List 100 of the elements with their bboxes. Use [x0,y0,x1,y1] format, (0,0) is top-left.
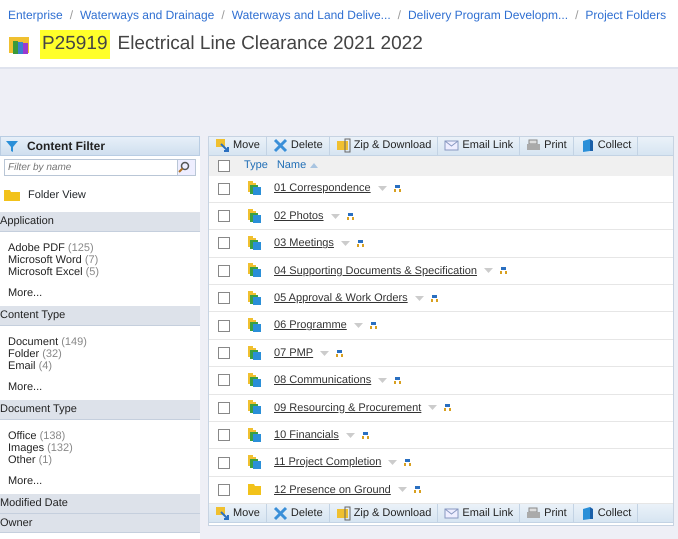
more-link[interactable]: More... [0,278,200,306]
breadcrumb-separator: / [221,7,225,24]
zip-button[interactable]: Zip & Download [330,136,438,154]
project-folder-icon [247,428,262,443]
hierarchy-icon [404,459,412,466]
row-checkbox[interactable] [218,210,230,222]
folder-name-link[interactable]: 11 Project Completion [274,454,382,471]
row-checkbox[interactable] [218,429,230,442]
project-folder-icon [247,455,262,470]
table-row[interactable]: 08 Communications [209,367,673,395]
dropdown-caret-icon [340,240,350,246]
folder-name-link[interactable]: 06 Programme [274,317,347,334]
dropdown-caret-icon [330,214,340,219]
column-header[interactable]: Name [276,157,318,174]
folder-icon [247,482,262,498]
breadcrumb-link[interactable]: Waterways and Drainage [80,6,214,24]
move-button[interactable]: Move [209,504,267,522]
filter-field[interactable]: Filter by name [4,158,178,176]
delete-button[interactable]: Delete [266,504,330,522]
breadcrumb-link[interactable]: Project Folders [585,6,666,24]
filter-item[interactable]: Images (132) [0,442,200,454]
breadcrumb-link[interactable]: Delivery Program Developm... [408,6,568,24]
section-heading[interactable]: Document Type [0,400,200,420]
project-folder-icon [247,263,262,278]
more-link[interactable]: More... [0,372,200,400]
table-row[interactable]: 07 PMP [209,340,673,368]
table-row[interactable]: 04 Supporting Documents & Specification [209,258,673,286]
hierarchy-icon [336,350,344,357]
filter-item[interactable]: Document (149) [0,336,200,348]
table-row[interactable]: 10 Financials [209,422,673,450]
folder-name-link[interactable]: 05 Approval & Work Orders [274,290,408,306]
filter-item[interactable]: Microsoft Word (7) [0,254,200,266]
zip-button[interactable]: Zip & Download [330,504,438,522]
printer-icon [526,506,542,521]
table-row[interactable]: 01 Correspondence [209,176,673,203]
folder-view-link[interactable]: Folder View [28,186,86,203]
hierarchy-icon [430,294,438,302]
row-checkbox[interactable] [218,347,230,360]
move-button[interactable]: Move [209,136,267,154]
project-folder-icon [247,236,262,251]
title-project-number: P25919 [40,30,110,58]
breadcrumb-link[interactable]: Waterways and Land Delive... [232,6,391,24]
delete-button[interactable]: Delete [266,136,330,154]
folder-name-link[interactable]: 01 Correspondence [274,180,371,197]
column-header[interactable]: Type [244,157,268,174]
folder-name-link[interactable]: 07 PMP [274,344,314,362]
cross-icon [272,138,288,153]
print-button[interactable]: Print [520,136,574,154]
row-checkbox[interactable] [218,264,230,277]
dropdown-caret-icon [354,323,363,328]
dropdown-caret-icon [428,405,438,410]
filter-item[interactable]: Office (138) [0,430,200,442]
filter-item[interactable]: Microsoft Excel (5) [0,266,200,278]
zip-folder-icon [336,506,351,521]
filter-item[interactable]: Adobe PDF (125) [0,242,200,254]
move-icon [215,506,230,521]
email-button[interactable]: Email Link [438,504,520,522]
table-row[interactable]: 03 Meetings [209,230,673,258]
print-button[interactable]: Print [520,504,574,522]
table-row[interactable]: 05 Approval & Work Orders [209,285,673,312]
folder-name-link[interactable]: 08 Communications [274,372,372,389]
folder-name-link[interactable]: 02 Photos [274,208,324,224]
filter-item[interactable]: Email (4) [0,360,200,372]
more-link[interactable]: More... [0,466,200,494]
hierarchy-icon [500,267,508,274]
zip-folder-icon [336,138,351,153]
dropdown-caret-icon [398,487,407,492]
row-checkbox[interactable] [218,182,230,195]
row-checkbox[interactable] [218,237,230,250]
table-row[interactable]: 06 Programme [209,312,673,340]
row-checkbox[interactable] [218,374,230,386]
breadcrumb-link[interactable]: Enterprise [8,6,63,24]
section-heading[interactable]: Application [0,212,200,232]
filter-item[interactable]: Folder (32) [0,348,200,360]
row-checkbox[interactable] [218,484,230,496]
dropdown-caret-icon [378,186,387,192]
row-checkbox[interactable] [218,402,230,414]
select-all-checkbox[interactable] [218,160,230,172]
section-heading[interactable]: Owner [0,514,200,533]
folder-name-link[interactable]: 10 Financials [274,426,339,444]
folder-name-link[interactable]: 03 Meetings [274,235,334,252]
project-folder-icon [247,181,262,196]
folder-name-link[interactable]: 12 Presence on Ground [274,482,391,498]
collect-button[interactable]: Collect [574,504,638,522]
section-heading[interactable]: Modified Date [0,494,200,514]
filter-item[interactable]: Other (1) [0,454,200,466]
row-checkbox[interactable] [218,292,230,304]
breadcrumb-separator: / [575,7,578,24]
row-checkbox[interactable] [218,456,230,469]
table-row[interactable]: 02 Photos [209,202,673,230]
email-button[interactable]: Email Link [438,136,520,154]
folder-name-link[interactable]: 04 Supporting Documents & Specification [274,262,478,280]
section-heading[interactable]: Content Type [0,306,200,326]
search-button[interactable] [178,158,196,176]
row-checkbox[interactable] [218,320,230,332]
folder-name-link[interactable]: 09 Resourcing & Procurement [274,400,422,416]
table-row[interactable]: 09 Resourcing & Procurement [209,394,673,422]
collect-button[interactable]: Collect [574,136,638,154]
hierarchy-icon [444,404,452,412]
table-row[interactable]: 11 Project Completion [209,449,673,477]
